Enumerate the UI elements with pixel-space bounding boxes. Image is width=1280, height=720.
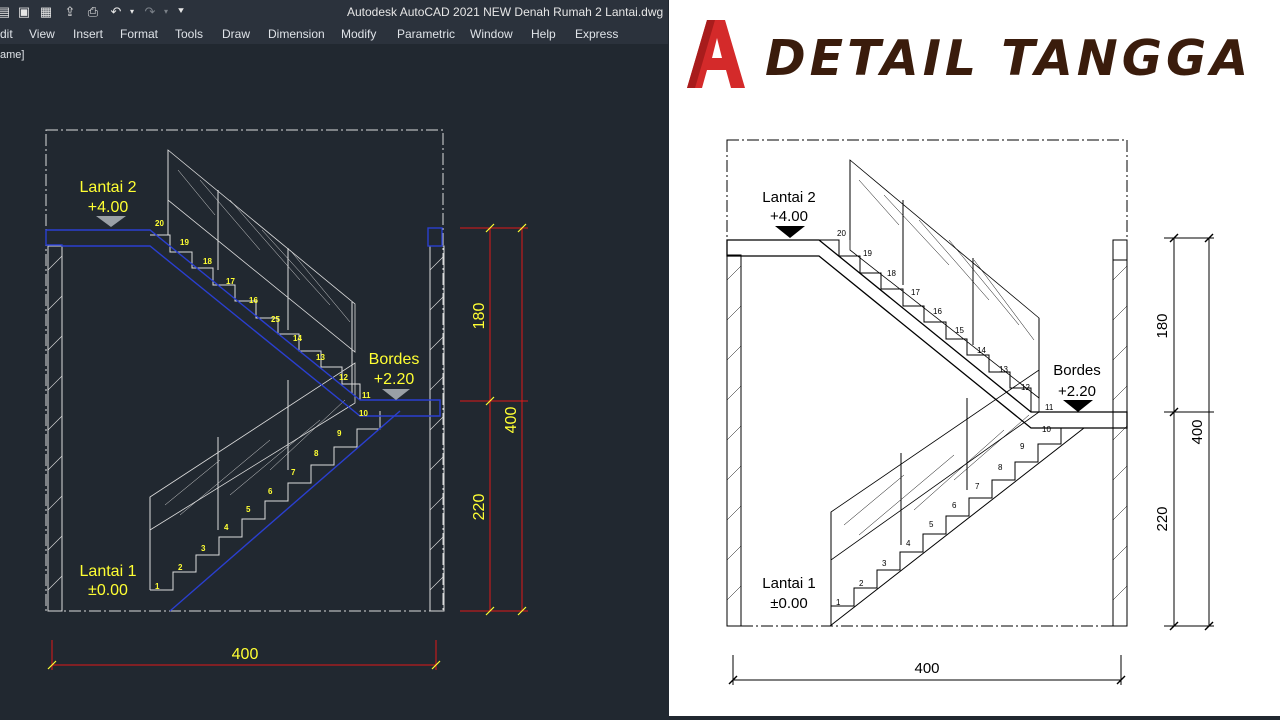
detail-panel: DETAIL TANGGA 1 2 3 4 5 6 7 8 9 10 11 12… (669, 0, 1280, 716)
cad-step-16: 16 (249, 296, 258, 305)
detail-wall-left (726, 254, 742, 627)
cad-step-17: 17 (226, 277, 235, 286)
cad-step-9: 9 (337, 429, 342, 438)
detail-step-7: 7 (975, 482, 980, 491)
detail-level-landing-marker (1063, 400, 1093, 412)
cad-level-landing-marker (382, 389, 410, 400)
detail-dim-upper: 180 (1154, 313, 1171, 338)
autocad-window: ▤ ▣ ▦ ⇪ ⎙ ↶ ▾ ↷ ▾ ⯆ Autodesk AutoCAD 202… (0, 0, 668, 720)
detail-step-13: 13 (999, 365, 1008, 374)
detail-step-8: 8 (998, 463, 1003, 472)
detail-upper-handrail (849, 159, 1040, 399)
cad-step-14: 14 (293, 334, 302, 343)
cad-step-8: 8 (314, 449, 319, 458)
detail-lower-handrail (830, 369, 1040, 561)
cad-upper-handrail (167, 149, 356, 353)
detail-level-landing-name: Bordes (1053, 362, 1101, 379)
cad-step-6: 6 (268, 487, 273, 496)
cad-lower-slab (169, 410, 401, 612)
detail-dim-width: 400 (914, 660, 939, 677)
detail-step-12: 12 (1021, 383, 1030, 392)
cad-step-1: 1 (155, 582, 160, 591)
detail-step-20: 20 (837, 229, 846, 238)
detail-step-3: 3 (882, 559, 887, 568)
cad-wall-left (47, 245, 63, 612)
cad-drawing-area[interactable]: 1 2 3 4 5 6 7 8 9 10 11 12 13 14 25 16 1… (0, 0, 668, 720)
cad-lower-steps (150, 411, 381, 591)
detail-step-14: 14 (977, 346, 986, 355)
detail-drawing: 1 2 3 4 5 6 7 8 9 10 11 12 13 14 15 16 1… (726, 139, 1214, 685)
cad-step-7: 7 (291, 468, 296, 477)
cad-step-19: 19 (180, 238, 189, 247)
cad-step-4: 4 (224, 523, 229, 532)
detail-step-15: 15 (955, 326, 964, 335)
detail-wall-right (1112, 259, 1128, 627)
detail-step-18: 18 (887, 269, 896, 278)
detail-step-4: 4 (906, 539, 911, 548)
detail-lower-slab (829, 427, 1085, 627)
cad-level-lower-name: Lantai 1 (80, 563, 137, 580)
detail-step-9: 9 (1020, 442, 1025, 451)
cad-level-lower-elev: ±0.00 (88, 582, 128, 599)
detail-step-6: 6 (952, 501, 957, 510)
detail-step-2: 2 (859, 579, 864, 588)
cad-step-3: 3 (201, 544, 206, 553)
detail-level-upper-name: Lantai 2 (762, 189, 815, 206)
detail-level-landing-elev: +2.20 (1058, 383, 1096, 400)
cad-step-13: 13 (316, 353, 325, 362)
cad-step-15: 25 (271, 315, 280, 324)
cad-step-2: 2 (178, 563, 183, 572)
cad-level-upper-elev: +4.00 (88, 199, 129, 216)
cad-level-upper-marker (96, 216, 126, 227)
cad-dim-width: 400 (232, 646, 259, 663)
cad-wall-right (429, 245, 445, 612)
detail-dim-total: 400 (1189, 419, 1206, 444)
cad-level-landing-name: Bordes (369, 351, 420, 368)
detail-lower-steps (831, 428, 1062, 607)
cad-dim-upper: 180 (471, 303, 488, 330)
cad-level-upper-name: Lantai 2 (80, 179, 137, 196)
detail-step-10: 10 (1042, 425, 1051, 434)
cad-dim-lower: 220 (471, 494, 488, 521)
cad-step-12: 12 (339, 373, 348, 382)
detail-step-11: 11 (1045, 403, 1054, 412)
detail-level-upper-elev: +4.00 (770, 208, 808, 225)
detail-dim-lower: 220 (1154, 506, 1171, 531)
cad-upper-slab (45, 229, 441, 417)
detail-level-upper-marker (775, 226, 805, 238)
detail-step-19: 19 (863, 249, 872, 258)
cad-step-10: 10 (359, 409, 368, 418)
cad-step-20: 20 (155, 219, 164, 228)
cad-step-5: 5 (246, 505, 251, 514)
cad-lower-handrail (149, 362, 356, 531)
detail-step-5: 5 (929, 520, 934, 529)
detail-level-lower-name: Lantai 1 (762, 575, 815, 592)
detail-step-17: 17 (911, 288, 920, 297)
cad-dim-total: 400 (503, 407, 520, 434)
detail-step-16: 16 (933, 307, 942, 316)
cad-step-18: 18 (203, 257, 212, 266)
cad-level-landing-elev: +2.20 (374, 371, 415, 388)
detail-level-lower-elev: ±0.00 (770, 595, 807, 612)
detail-step-1: 1 (836, 598, 841, 607)
cad-step-11: 11 (362, 391, 371, 400)
